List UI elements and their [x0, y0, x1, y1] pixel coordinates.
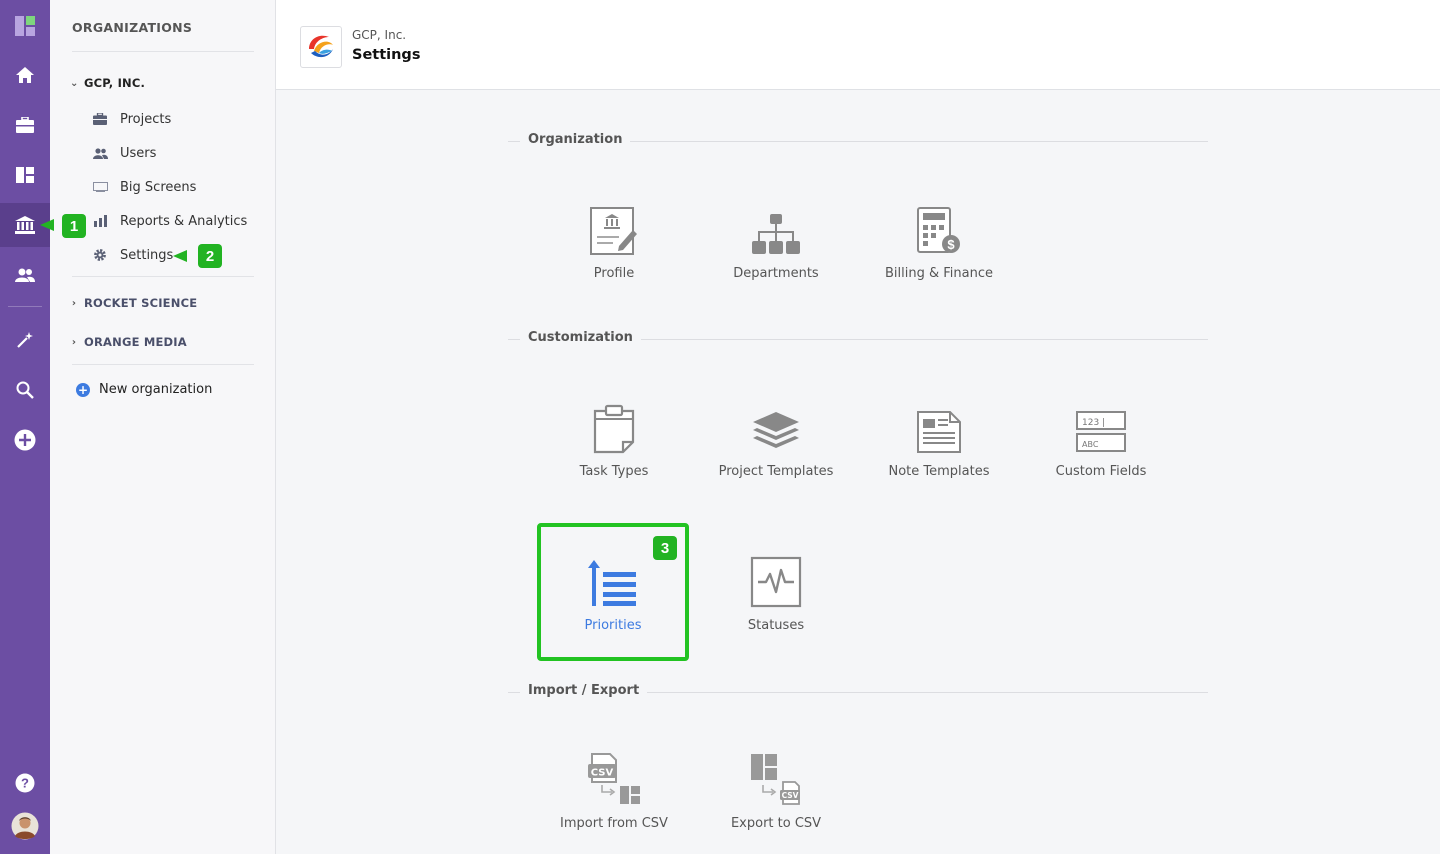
- briefcase-icon[interactable]: [0, 103, 50, 147]
- org-gcp[interactable]: ⌄ GCP, INC.: [70, 76, 145, 90]
- screen-icon: [92, 179, 108, 195]
- header-org-name: GCP, Inc.: [352, 28, 407, 42]
- annotation-arrow: [40, 219, 54, 231]
- tile-import-csv[interactable]: CSV Import from CSV: [539, 750, 689, 831]
- org-rocket-science-label: ROCKET SCIENCE: [84, 296, 198, 310]
- sidebar-item-reports[interactable]: Reports & Analytics: [92, 210, 247, 232]
- project-templates-icon: [701, 398, 851, 454]
- custom-fields-icon: 123 | ABC: [1026, 398, 1176, 454]
- chevron-right-icon: ›: [71, 297, 77, 309]
- tile-label: Departments: [733, 266, 819, 281]
- tile-departments[interactable]: Departments: [701, 200, 851, 281]
- csv-text: CSV: [782, 791, 799, 800]
- sidebar-divider: [72, 276, 254, 277]
- note-templates-icon: [864, 398, 1014, 454]
- org-gcp-label: GCP, INC.: [84, 76, 146, 90]
- org-orange-media[interactable]: › ORANGE MEDIA: [70, 335, 187, 349]
- sidebar-item-label: Big Screens: [120, 179, 197, 195]
- sidebar-item-label: Users: [120, 145, 157, 161]
- section-label: Organization: [520, 132, 631, 147]
- sidebar-title: ORGANIZATIONS: [72, 20, 193, 35]
- tile-label: Export to CSV: [730, 816, 822, 831]
- export-csv-icon: CSV: [701, 750, 851, 806]
- profile-icon: [539, 200, 689, 256]
- custom-fields-abc-text: ABC: [1082, 440, 1099, 449]
- magic-wand-icon[interactable]: [0, 318, 50, 362]
- billing-icon: $: [864, 200, 1014, 256]
- sidebar-divider: [72, 51, 254, 52]
- tile-statuses[interactable]: Statuses: [701, 552, 851, 633]
- section-label: Import / Export: [520, 683, 648, 698]
- custom-fields-number-text: 123 |: [1082, 418, 1105, 428]
- tile-label: Import from CSV: [560, 816, 668, 831]
- tile-custom-fields[interactable]: 123 | ABC Custom Fields: [1026, 398, 1176, 479]
- section-label: Customization: [520, 330, 641, 345]
- sidebar-item-label: Settings: [120, 247, 174, 263]
- csv-text: CSV: [591, 768, 614, 779]
- users-icon: [92, 145, 108, 161]
- tile-label: Priorities: [584, 618, 642, 633]
- departments-icon: [701, 200, 851, 256]
- add-icon[interactable]: [0, 418, 50, 462]
- tile-billing-finance[interactable]: $ Billing & Finance: [864, 200, 1014, 281]
- task-types-icon: [539, 398, 689, 454]
- org-orange-media-label: ORANGE MEDIA: [84, 335, 187, 349]
- organizations-sidebar: ORGANIZATIONS ⌄ GCP, INC. Projects Users…: [50, 0, 276, 854]
- statuses-icon: [701, 552, 851, 608]
- tile-note-templates[interactable]: Note Templates: [864, 398, 1014, 479]
- tile-label: Project Templates: [718, 464, 834, 479]
- plus-icon: +: [76, 382, 90, 397]
- gear-icon: [92, 247, 108, 263]
- sidebar-item-settings[interactable]: Settings: [92, 244, 173, 266]
- annotation-arrow: [173, 250, 187, 262]
- tile-export-csv[interactable]: CSV Export to CSV: [701, 750, 851, 831]
- home-icon[interactable]: [0, 53, 50, 97]
- priorities-icon: [541, 554, 685, 608]
- step-badge-3: 3: [653, 536, 677, 560]
- bar-chart-icon: [92, 213, 108, 229]
- tile-project-templates[interactable]: Project Templates: [701, 398, 851, 479]
- svg-text:?: ?: [21, 776, 29, 791]
- app-rail: ?: [0, 0, 50, 854]
- import-csv-icon: CSV: [539, 750, 689, 806]
- org-logo: [300, 26, 342, 68]
- sidebar-item-label: Projects: [120, 111, 172, 127]
- sidebar-item-label: Reports & Analytics: [120, 213, 248, 229]
- svg-text:$: $: [947, 237, 955, 252]
- briefcase-icon: [92, 111, 108, 127]
- page-header: GCP, Inc. Settings: [276, 0, 1440, 90]
- sidebar-item-projects[interactable]: Projects: [92, 108, 171, 130]
- rail-divider: [8, 306, 42, 307]
- page-title: Settings: [352, 47, 421, 63]
- people-icon[interactable]: [0, 253, 50, 297]
- step-badge-2: 2: [198, 244, 222, 268]
- tile-label: Profile: [593, 266, 635, 281]
- sidebar-item-big-screens[interactable]: Big Screens: [92, 176, 196, 198]
- chevron-right-icon: ›: [71, 336, 77, 348]
- tile-label: Note Templates: [888, 464, 990, 479]
- tile-label: Custom Fields: [1055, 464, 1147, 479]
- help-icon[interactable]: ?: [0, 761, 50, 805]
- avatar[interactable]: [0, 804, 50, 848]
- sidebar-divider: [72, 364, 254, 365]
- section-customization: Customization: [508, 329, 1208, 349]
- new-organization-label: New organization: [99, 382, 213, 397]
- tile-label: Statuses: [747, 618, 805, 633]
- section-import-export: Import / Export: [508, 682, 1208, 702]
- tile-label: Task Types: [579, 464, 649, 479]
- sidebar-item-users[interactable]: Users: [92, 142, 156, 164]
- tile-profile[interactable]: Profile: [539, 200, 689, 281]
- app-logo-icon[interactable]: [0, 4, 50, 48]
- chevron-down-icon: ⌄: [70, 77, 79, 89]
- step-badge-1: 1: [62, 214, 86, 238]
- org-rocket-science[interactable]: › ROCKET SCIENCE: [70, 296, 197, 310]
- section-organization: Organization: [508, 131, 1208, 151]
- tile-label: Billing & Finance: [885, 266, 993, 281]
- new-organization-button[interactable]: + New organization: [76, 382, 212, 397]
- board-icon[interactable]: [0, 153, 50, 197]
- search-icon[interactable]: [0, 368, 50, 412]
- tile-task-types[interactable]: Task Types: [539, 398, 689, 479]
